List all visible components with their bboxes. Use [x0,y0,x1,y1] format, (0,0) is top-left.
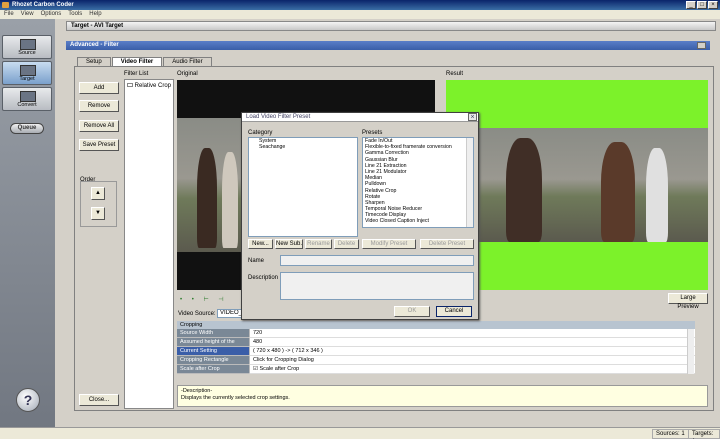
original-label: Original [177,71,198,77]
property-group-header: Cropping [177,321,695,329]
arrow-up-icon: ▲ [95,190,101,196]
panel-close-icon[interactable] [697,42,706,49]
menu-tools[interactable]: Tools [68,10,82,19]
table-row[interactable]: Cropping Rectangle Click for Cropping Di… [177,356,695,365]
checkbox-icon[interactable]: ☑ [253,366,258,372]
presets-label: Presets [362,130,383,136]
result-frame [446,128,708,242]
menu-file[interactable]: File [4,10,14,19]
video-source-label: Video Source: [178,311,216,317]
close-icon[interactable]: × [708,1,718,9]
folder-icon [127,83,133,88]
filter-list-label: Filter List [124,71,149,77]
close-button[interactable]: Close... [79,394,119,406]
modify-preset-button[interactable]: Modify Preset [362,239,416,249]
tab-video-filter[interactable]: Video Filter [111,57,163,66]
list-item[interactable]: Seachange [249,144,357,150]
result-label: Result [446,71,464,77]
move-up-button[interactable]: ▲ [91,187,105,200]
maximize-icon[interactable]: □ [697,1,707,9]
list-item[interactable]: Video Closed Caption Inject [363,218,473,224]
tab-audio-filter[interactable]: Audio Filter [163,57,212,66]
close-icon[interactable]: × [468,113,477,121]
window-titlebar: Rhozet Carbon Coder [0,0,720,10]
remove-all-button[interactable]: Remove All [79,120,119,132]
target-icon [20,65,36,76]
sources-count: Sources: 1 [652,429,689,439]
new-button[interactable]: New... [248,239,273,249]
minimize-icon[interactable]: _ [686,1,696,9]
category-label: Category [248,130,273,136]
presets-scrollbar[interactable] [466,138,473,227]
rename-button[interactable]: Rename [305,239,332,249]
delete-button[interactable]: Delete [334,239,359,249]
convert-icon [20,91,36,102]
remove-button[interactable]: Remove [79,100,119,112]
queue-button[interactable]: Queue [10,123,44,134]
filter-list: Relative Crop [124,79,174,409]
category-tree[interactable]: System Seachange [248,137,358,237]
table-row[interactable]: Source Width 720 [177,329,695,338]
table-row[interactable]: Assumed height of the sour... 480 [177,338,695,354]
add-button[interactable]: Add [79,82,119,94]
table-row[interactable]: Scale after Crop ☑ Scale after Crop [177,365,695,374]
source-icon [20,39,36,50]
menu-view[interactable]: View [21,10,34,19]
arrow-down-icon: ▼ [95,210,101,216]
tab-strip: Setup Video Filter Audio Filter [77,57,213,66]
menu-bar: File View Options Tools Help [0,10,720,19]
playback-controls[interactable]: • • ⊢ ⊣ [180,296,228,303]
new-sub-button[interactable]: New Sub. [275,239,303,249]
help-icon[interactable]: ? [16,388,40,412]
cancel-button[interactable]: Cancel [436,306,472,317]
nav-source-button[interactable]: Source [2,35,52,59]
status-bar: Sources: 1 Targets: 1 [0,427,720,439]
name-label: Name [248,258,265,264]
list-item[interactable]: Relative Crop [125,80,173,92]
targets-count: Targets: 1 [688,429,720,439]
nav-convert-button[interactable]: Convert [2,87,52,111]
description-field[interactable] [280,272,474,300]
window-controls: _ □ × [686,1,718,9]
nav-target-button[interactable]: Target [2,61,52,85]
load-preset-dialog: Load Video Filter Preset × Category Syst… [241,112,479,320]
presets-list[interactable]: Fade In/Out Flexible-to-fixed framerate … [362,137,474,228]
advanced-header: Advanced - Filter [66,41,710,50]
ok-button[interactable]: OK [394,306,430,317]
delete-preset-button[interactable]: Delete Preset [420,239,474,249]
target-header: Target - AVI Target [66,21,716,31]
result-preview [446,80,708,290]
description-panel: -Description- Displays the currently sel… [177,385,708,407]
save-preset-button[interactable]: Save Preset [79,139,119,151]
table-row[interactable]: Current Setting ( 720 x 480 ) -> ( 712 x… [177,347,695,356]
name-field[interactable] [280,255,474,266]
large-preview-button[interactable]: Large Preview [668,293,708,310]
menu-help[interactable]: Help [89,10,101,19]
move-down-button[interactable]: ▼ [91,207,105,220]
window-title: Rhozet Carbon Coder [12,2,74,8]
advanced-title: Advanced - Filter [70,42,119,48]
menu-options[interactable]: Options [41,10,62,19]
app-icon [2,2,9,8]
dialog-title: Load Video Filter Preset × [242,113,478,122]
tab-setup[interactable]: Setup [77,57,111,66]
description-label: Description [248,275,279,281]
property-scrollbar[interactable] [687,329,694,374]
